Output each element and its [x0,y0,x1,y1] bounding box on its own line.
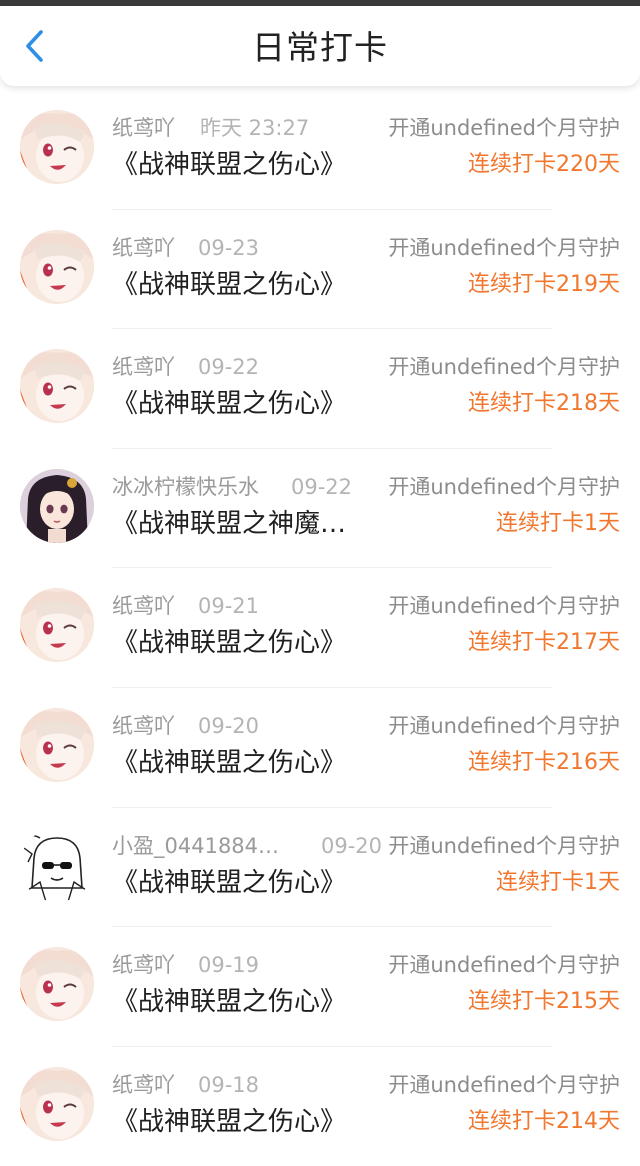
checkin-row[interactable]: 纸鸢吖 09-22 开通undefined个月守护 《战神联盟之伤心》 连续打卡… [0,329,640,449]
user-name[interactable]: 小盈_0441884… [112,832,279,860]
avatar[interactable] [20,588,94,663]
checkin-list: 纸鸢吖 昨天 23:27 开通undefined个月守护 《战神联盟之伤心》 连… [0,90,640,1166]
user-name[interactable]: 纸鸢吖 [112,353,175,381]
streak-count: 连续打卡220天 [468,152,620,177]
checkin-row[interactable]: 纸鸢吖 09-20 开通undefined个月守护 《战神联盟之伤心》 连续打卡… [0,688,640,808]
guard-info: 开通undefined个月守护 [388,235,620,260]
streak-count: 连续打卡217天 [468,630,620,656]
guard-info: 开通undefined个月守护 [388,355,620,380]
book-title[interactable]: 《战神联盟之伤心》 [112,865,346,901]
post-time: 09-20 [321,833,383,858]
page-title: 日常打卡 [252,28,388,67]
guard-info: 开通undefined个月守护 [388,953,620,978]
user-name[interactable]: 纸鸢吖 [112,1071,175,1099]
book-title[interactable]: 《战神联盟之伤心》 [112,984,346,1020]
post-time: 昨天 23:27 [200,116,310,140]
checkin-row[interactable]: 纸鸢吖 09-18 开通undefined个月守护 《战神联盟之伤心》 连续打卡… [0,1047,640,1166]
streak-count: 连续打卡216天 [468,749,620,775]
avatar[interactable] [20,110,94,184]
book-title[interactable]: 《战神联盟之神魔… [112,506,346,542]
post-time: 09-20 [198,713,260,738]
post-time: 09-19 [198,953,260,978]
guard-info: 开通undefined个月守护 [388,474,620,499]
navigation-bar: 日常打卡 [0,6,640,86]
book-title[interactable]: 《战神联盟之伤心》 [112,1104,346,1140]
streak-count: 连续打卡215天 [468,989,620,1015]
avatar[interactable] [20,349,94,424]
checkin-row[interactable]: 纸鸢吖 09-19 开通undefined个月守护 《战神联盟之伤心》 连续打卡… [0,927,640,1047]
user-name[interactable]: 冰冰柠檬快乐水 [112,473,259,501]
checkin-row[interactable]: 小盈_0441884… 09-20 开通undefined个月守护 《战神联盟之… [0,808,640,928]
streak-count: 连续打卡218天 [468,391,620,417]
book-title[interactable]: 《战神联盟之伤心》 [112,745,346,781]
post-time: 09-18 [198,1072,260,1097]
post-time: 09-21 [198,594,260,619]
post-time: 09-23 [198,235,260,260]
checkin-row[interactable]: 冰冰柠檬快乐水 09-22 开通undefined个月守护 《战神联盟之神魔… … [0,449,640,569]
checkin-row[interactable]: 纸鸢吖 09-23 开通undefined个月守护 《战神联盟之伤心》 连续打卡… [0,210,640,330]
guard-info: 开通undefined个月守护 [388,1072,620,1097]
avatar[interactable] [20,468,94,543]
user-name[interactable]: 纸鸢吖 [112,234,175,262]
user-name[interactable]: 纸鸢吖 [112,951,175,979]
avatar[interactable] [20,707,94,782]
user-name[interactable]: 纸鸢吖 [112,712,175,740]
streak-count: 连续打卡1天 [496,869,620,895]
avatar[interactable] [20,1066,94,1141]
checkin-row[interactable]: 纸鸢吖 昨天 23:27 开通undefined个月守护 《战神联盟之伤心》 连… [0,90,640,210]
streak-count: 连续打卡1天 [496,510,620,536]
book-title[interactable]: 《战神联盟之伤心》 [112,147,346,183]
avatar[interactable] [20,827,94,902]
user-name[interactable]: 纸鸢吖 [112,592,175,620]
post-time: 09-22 [198,355,260,380]
book-title[interactable]: 《战神联盟之伤心》 [112,267,346,303]
streak-count: 连续打卡214天 [468,1108,620,1134]
user-name[interactable]: 纸鸢吖 [112,114,175,142]
checkin-row[interactable]: 纸鸢吖 09-21 开通undefined个月守护 《战神联盟之伤心》 连续打卡… [0,568,640,688]
avatar[interactable] [20,229,94,304]
book-title[interactable]: 《战神联盟之伤心》 [112,386,346,422]
guard-info: 开通undefined个月守护 [388,116,620,140]
streak-count: 连续打卡219天 [468,271,620,297]
guard-info: 开通undefined个月守护 [388,713,620,738]
guard-info: 开通undefined个月守护 [388,594,620,619]
guard-info: 开通undefined个月守护 [388,833,620,858]
book-title[interactable]: 《战神联盟之伤心》 [112,625,346,661]
avatar[interactable] [20,947,94,1022]
post-time: 09-22 [291,474,353,499]
